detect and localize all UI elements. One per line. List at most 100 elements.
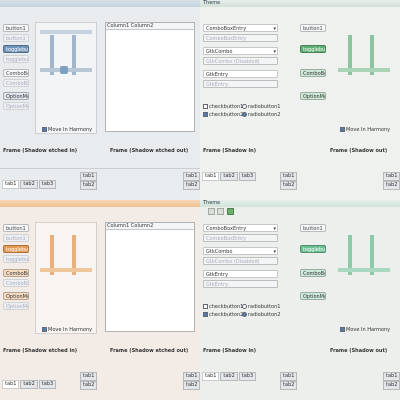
tab-2[interactable]: tab2 (220, 372, 238, 381)
tab-far-1[interactable]: tab1 (383, 172, 400, 181)
checkbox-icon (42, 127, 47, 132)
hscale[interactable] (40, 30, 92, 34)
tab-right-2[interactable]: tab2 (80, 381, 98, 390)
checkbox-icon (203, 312, 208, 317)
tab-1[interactable]: tab1 (2, 180, 20, 189)
tab-3[interactable]: tab3 (38, 180, 57, 189)
radiobutton1[interactable]: radiobutton1 (242, 104, 280, 110)
tab-strip: tab1 tab2 tab3 (202, 372, 257, 381)
tab-1[interactable]: tab1 (2, 380, 20, 389)
gtkentry[interactable]: GtkEntry (203, 70, 278, 78)
move-in-harmony-label: Move In Harmony (346, 327, 391, 333)
tab-2[interactable]: tab2 (20, 380, 38, 389)
hslider[interactable] (40, 268, 92, 272)
tab-2[interactable]: tab2 (220, 172, 238, 181)
togglebutton1-disabled: togglebutton1 (3, 255, 29, 263)
toolbar-button-active[interactable] (227, 208, 234, 215)
togglebutton1[interactable]: togglebutton1 (300, 45, 326, 53)
optionmenu-button-disabled: OptionMenu (3, 302, 29, 310)
slider-handle[interactable] (60, 66, 68, 74)
tab-1[interactable]: tab1 (202, 172, 220, 181)
move-in-harmony[interactable]: Move In Harmony (42, 127, 92, 133)
move-in-harmony[interactable]: Move In Harmony (340, 127, 390, 133)
optionmenu-button[interactable]: OptionMenu (3, 92, 29, 100)
checkbox-icon (203, 304, 208, 309)
frame-etched-out-label: Frame (Shadow etched out) (110, 148, 189, 154)
tab-strip: tab1 tab2 tab3 (202, 172, 257, 181)
checkbutton2-label: checkbutton2 (209, 312, 244, 318)
tab-1[interactable]: tab1 (202, 372, 220, 381)
slider-panel (35, 22, 97, 134)
radiobutton1[interactable]: radiobutton1 (242, 304, 280, 310)
tab-far-1[interactable]: tab1 (183, 172, 200, 181)
checkbox-icon (203, 112, 208, 117)
button1[interactable]: button1 (300, 24, 326, 32)
combobox-button[interactable]: ComboBox (300, 69, 326, 77)
hslider[interactable] (338, 268, 390, 272)
list-header: Column1 Column2 (106, 23, 194, 30)
checkbutton2[interactable]: checkbutton2 (203, 112, 243, 118)
column-list[interactable]: Column1 Column2 (105, 222, 195, 332)
list-header: Column1 Column2 (106, 223, 194, 230)
column-list[interactable]: Column1 Column2 (105, 22, 195, 132)
tab-3[interactable]: tab3 (238, 172, 257, 181)
tab-right-1[interactable]: tab1 (80, 172, 98, 181)
button1[interactable]: button1 (3, 224, 29, 232)
combobox-button[interactable]: ComboBox (3, 269, 29, 277)
radiobutton2[interactable]: radiobutton2 (242, 112, 280, 118)
combobox-button[interactable]: ComboBox (3, 69, 29, 77)
frame-shadow-out-label: Frame (Shadow out) (330, 348, 388, 354)
tab-right-2[interactable]: tab2 (80, 181, 98, 190)
tab-3[interactable]: tab3 (238, 372, 257, 381)
combobox-button[interactable]: ComboBox (300, 269, 326, 277)
gtkcombo[interactable]: GtkCombo ▾ (203, 247, 278, 255)
gtkentry-disabled: GtkEntry (203, 280, 278, 288)
move-in-harmony[interactable]: Move In Harmony (340, 327, 390, 333)
frame-shadow-in-label: Frame (Shadow in) (203, 348, 257, 354)
tab-far-1[interactable]: tab1 (383, 372, 400, 381)
gtkentry-disabled: GtkEntry (203, 80, 278, 88)
togglebutton1-disabled: togglebutton1 (3, 55, 29, 63)
togglebutton1[interactable]: togglebutton1 (3, 245, 29, 253)
togglebutton1[interactable]: togglebutton1 (3, 45, 29, 53)
tab-2[interactable]: tab2 (20, 180, 38, 189)
toolbar-button[interactable] (208, 208, 215, 215)
gtkentry-text: GtkEntry (206, 72, 229, 78)
gtkcombo[interactable]: GtkCombo ▾ (203, 47, 278, 55)
checkbutton2[interactable]: checkbutton2 (203, 312, 243, 318)
hslider[interactable] (338, 68, 390, 72)
button1[interactable]: button1 (300, 224, 326, 232)
tab-right-1[interactable]: tab1 (80, 372, 98, 381)
combobox-button-disabled: ComboBox (3, 279, 29, 287)
tab-far-1[interactable]: tab1 (183, 372, 200, 381)
tab-3[interactable]: tab3 (38, 380, 57, 389)
gtkentry[interactable]: GtkEntry (203, 270, 278, 278)
move-in-harmony[interactable]: Move In Harmony (42, 327, 92, 333)
comboboxentry-disabled-text: ComboBoxEntry (206, 36, 247, 42)
tab-right-2[interactable]: tab2 (280, 381, 298, 390)
tab-right-1[interactable]: tab1 (280, 172, 298, 181)
togglebutton1[interactable]: togglebutton1 (300, 245, 326, 253)
button1[interactable]: button1 (3, 24, 29, 32)
checkbutton1-label: checkbutton1 (209, 104, 244, 110)
toolbar-button[interactable] (217, 208, 224, 215)
optionmenu-button[interactable]: OptionMenu (3, 292, 29, 300)
move-in-harmony-label: Move In Harmony (48, 127, 93, 133)
checkbox-icon (203, 104, 208, 109)
radio-icon (242, 104, 247, 109)
comboboxentry[interactable]: ComboBoxEntry ▾ (203, 224, 278, 232)
tab-far-2[interactable]: tab2 (183, 381, 200, 390)
tab-far-2[interactable]: tab2 (183, 181, 200, 190)
comboboxentry[interactable]: ComboBoxEntry ▾ (203, 24, 278, 32)
optionmenu-button[interactable]: OptionMenu (300, 92, 326, 100)
tab-right-2[interactable]: tab2 (280, 181, 298, 190)
checkbutton1[interactable]: checkbutton1 (203, 104, 243, 110)
checkbutton1[interactable]: checkbutton1 (203, 304, 243, 310)
tab-far-2[interactable]: tab2 (383, 381, 400, 390)
tab-far-2[interactable]: tab2 (383, 181, 400, 190)
tab-right-1[interactable]: tab1 (280, 372, 298, 381)
gtkentry-disabled-text: GtkEntry (206, 282, 229, 288)
theme-preview-green: Theme ComboBoxEntry ▾ ComboBoxEntry GtkCo… (200, 0, 400, 200)
optionmenu-button[interactable]: OptionMenu (300, 292, 326, 300)
radiobutton2[interactable]: radiobutton2 (242, 312, 280, 318)
